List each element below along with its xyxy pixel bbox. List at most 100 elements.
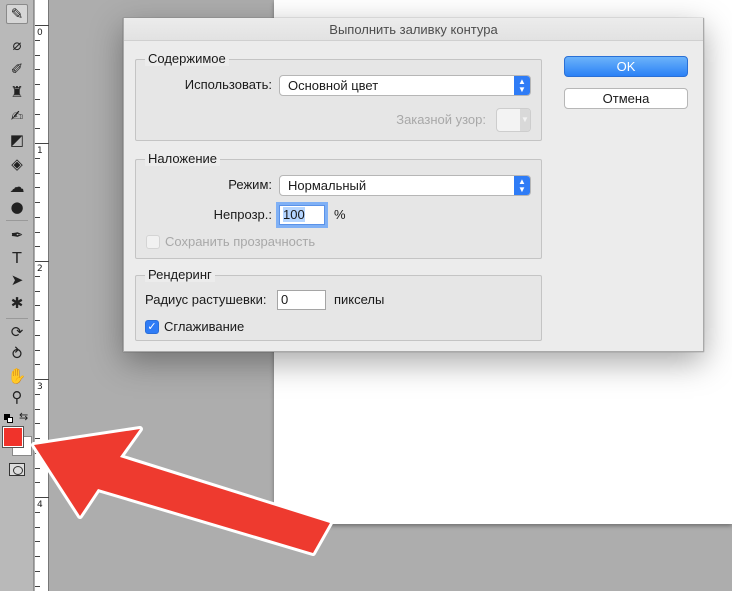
ruler-tick	[35, 217, 40, 218]
ruler-tick	[35, 364, 40, 365]
checkmark-icon: ✓	[147, 321, 157, 333]
clone-stamp-icon[interactable]: ♜	[6, 82, 28, 102]
ruler-label: 3	[37, 382, 43, 392]
path-selection-icon[interactable]: ➤	[6, 270, 28, 290]
dialog-title: Выполнить заливку контура	[124, 18, 703, 41]
tools-panel: ✎ ⌀ ✐ ♜ ✍ ◩ ◈ ☁ ● ✒ T ➤ ✱ ⟳ ⥁ ✋ ⚲ ⇆	[0, 0, 34, 591]
antialias-label: Сглаживание	[164, 319, 245, 334]
ruler-tick	[35, 261, 49, 262]
content-group: Содержимое Использовать: Основной цвет ▲…	[135, 51, 542, 141]
chevron-updown-icon: ▲ ▼	[514, 76, 530, 95]
opacity-value: 100	[283, 207, 305, 222]
ruler-tick	[35, 423, 40, 424]
use-label: Использовать:	[184, 77, 272, 92]
ruler-tick	[35, 394, 40, 395]
ruler-tick	[35, 586, 40, 587]
mode-label: Режим:	[228, 177, 272, 192]
ruler-label: 2	[37, 264, 43, 274]
ruler-tick	[35, 114, 40, 115]
blur-icon[interactable]: ☁	[6, 177, 28, 197]
ruler-tick	[35, 571, 40, 572]
blending-group-legend: Наложение	[145, 151, 221, 166]
zoom-icon[interactable]: ⚲	[6, 387, 28, 407]
swap-colors-icon[interactable]: ⇆	[19, 410, 28, 423]
chevron-down-icon: ▼	[520, 109, 530, 131]
custom-shape-icon[interactable]: ✱	[6, 293, 28, 313]
fill-path-dialog: Выполнить заливку контура Содержимое Исп…	[123, 18, 704, 352]
type-icon[interactable]: T	[6, 248, 28, 268]
ruler-tick	[35, 276, 40, 277]
opacity-input[interactable]: 100	[279, 205, 325, 225]
ok-button[interactable]: OK	[564, 56, 688, 77]
ruler-tick	[35, 187, 40, 188]
ruler-label: 4	[37, 500, 43, 510]
3d-orbit-icon[interactable]: ⥁	[6, 344, 28, 364]
feather-radius-label: Радиус растушевки:	[145, 292, 267, 307]
blending-group: Наложение Режим: Нормальный ▲ ▼ Непрозр.:…	[135, 151, 542, 259]
hand-icon[interactable]: ✋	[6, 366, 28, 386]
brush-icon[interactable]: ✐	[6, 59, 28, 79]
ruler-tick	[35, 173, 40, 174]
history-brush-icon[interactable]: ✍	[6, 106, 28, 126]
ruler-tick	[35, 409, 40, 410]
ruler-tick	[35, 482, 40, 483]
3d-rotate-icon[interactable]: ⟳	[6, 322, 28, 342]
ruler-tick	[35, 527, 40, 528]
ruler-tick	[35, 99, 40, 100]
default-colors-icon[interactable]	[4, 414, 13, 423]
spot-healing-brush-icon[interactable]: ⌀	[6, 35, 28, 55]
feather-radius-value: 0	[281, 292, 289, 307]
quick-mask-icon[interactable]	[9, 463, 25, 476]
mode-select-value: Нормальный	[288, 178, 367, 193]
ruler-tick	[35, 541, 40, 542]
eyedropper-icon[interactable]: ✎	[6, 4, 28, 24]
preserve-transparency-checkbox[interactable]	[146, 235, 160, 249]
ruler-tick	[35, 246, 40, 247]
eraser-icon[interactable]: ◩	[6, 130, 28, 150]
dodge-icon[interactable]: ●	[6, 197, 28, 217]
content-group-legend: Содержимое	[145, 51, 229, 66]
ruler-tick	[35, 320, 40, 321]
custom-pattern-picker[interactable]: ▼	[496, 108, 531, 132]
pen-icon[interactable]: ✒	[6, 225, 28, 245]
feather-radius-input[interactable]: 0	[277, 290, 326, 310]
ruler-tick	[35, 232, 40, 233]
antialias-checkbox[interactable]: ✓	[145, 320, 159, 334]
ruler-tick	[35, 291, 40, 292]
ruler-tick	[35, 40, 40, 41]
ruler-tick	[35, 25, 49, 26]
ruler-tick	[35, 69, 40, 70]
ruler-tick	[35, 556, 40, 557]
ruler-tick	[35, 158, 40, 159]
ruler-tick	[35, 512, 40, 513]
ruler-tick	[35, 453, 40, 454]
vertical-ruler: 0 1 2 3 4	[35, 0, 49, 591]
ruler-tick	[35, 497, 49, 498]
opacity-unit: %	[334, 207, 346, 222]
ruler-tick	[35, 468, 40, 469]
ruler-tick	[35, 438, 40, 439]
chevron-updown-icon: ▲ ▼	[514, 176, 530, 195]
mode-select[interactable]: Нормальный ▲ ▼	[279, 175, 531, 196]
ruler-tick	[35, 305, 40, 306]
custom-pattern-label: Заказной узор:	[396, 112, 486, 127]
cancel-button[interactable]: Отмена	[564, 88, 688, 109]
ruler-tick	[35, 350, 40, 351]
paint-bucket-icon[interactable]: ◈	[6, 154, 28, 174]
ruler-tick	[35, 202, 40, 203]
opacity-label: Непрозр.:	[213, 207, 272, 222]
use-select[interactable]: Основной цвет ▲ ▼	[279, 75, 531, 96]
foreground-color-swatch[interactable]	[2, 426, 24, 448]
ruler-tick	[35, 84, 40, 85]
rendering-group: Рендеринг Радиус растушевки: 0 пикселы ✓…	[135, 267, 542, 341]
rendering-group-legend: Рендеринг	[145, 267, 215, 282]
tools-separator	[6, 318, 28, 319]
tools-separator	[6, 220, 28, 221]
feather-radius-unit: пикселы	[334, 292, 385, 307]
ruler-tick	[35, 379, 49, 380]
ruler-label: 0	[37, 28, 43, 38]
use-select-value: Основной цвет	[288, 78, 379, 93]
ruler-label: 1	[37, 146, 43, 156]
ruler-tick	[35, 143, 49, 144]
ruler-tick	[35, 335, 40, 336]
